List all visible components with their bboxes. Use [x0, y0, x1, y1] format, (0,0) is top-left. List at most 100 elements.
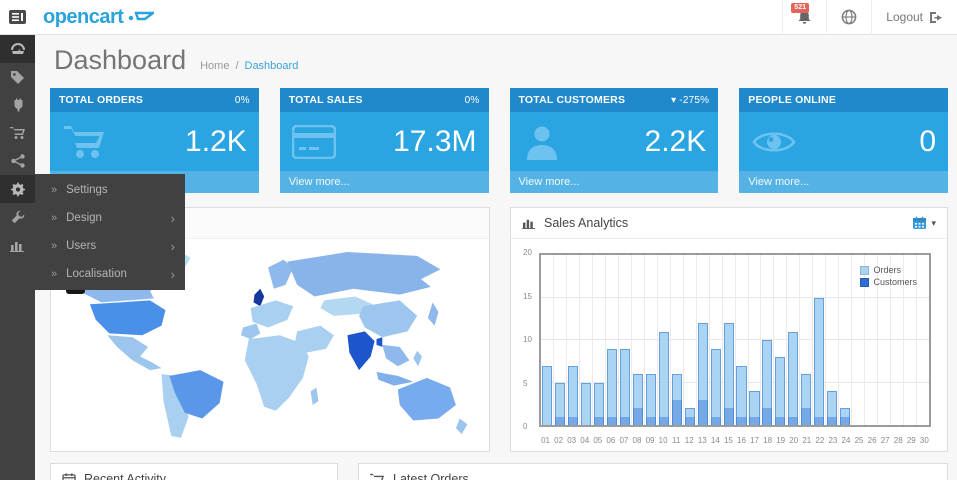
sidebar-item-marketing[interactable] — [0, 147, 35, 175]
chart-x-tick: 22 — [813, 436, 826, 445]
cart-icon — [62, 123, 108, 161]
chart-bar-slot — [619, 255, 632, 425]
chart-x-tick: 05 — [591, 436, 604, 445]
flyout-item-design[interactable]: » Design › — [35, 204, 185, 232]
chart-bar-slot — [826, 255, 839, 425]
tile-value: 17.3M — [393, 127, 476, 157]
sidebar-item-sales[interactable] — [0, 119, 35, 147]
flyout-item-localisation[interactable]: » Localisation › — [35, 260, 185, 288]
chart-bar-slot — [658, 255, 671, 425]
tile-title: PEOPLE ONLINE — [748, 94, 836, 106]
chart-x-tick: 04 — [578, 436, 591, 445]
logout-button[interactable]: Logout — [871, 0, 957, 35]
chart-bar-slot — [800, 255, 813, 425]
chart-bar-slot — [723, 255, 736, 425]
chart-legend: Orders Customers — [860, 265, 917, 289]
wrench-icon — [11, 210, 25, 224]
chart-x-tick: 17 — [748, 436, 761, 445]
opencart-logo[interactable]: opencart — [35, 6, 154, 29]
tile-total-sales: TOTAL SALES 0% 17.3M View more... — [280, 88, 489, 193]
breadcrumb-home[interactable]: Home — [200, 60, 229, 72]
flyout-item-users[interactable]: » Users › — [35, 232, 185, 260]
chart-x-tick: 16 — [735, 436, 748, 445]
chart-y-tick: 0 — [523, 422, 527, 431]
user-icon — [522, 122, 562, 162]
sidebar-item-extensions[interactable] — [0, 91, 35, 119]
sidebar-item-tools[interactable] — [0, 203, 35, 231]
latest-orders-panel: Latest Orders — [358, 463, 948, 480]
legend-label-orders: Orders — [873, 265, 901, 275]
header-actions: 521 Logout — [782, 0, 957, 35]
breadcrumb-current[interactable]: Dashboard — [245, 60, 299, 72]
double-chevron-icon: » — [51, 212, 57, 224]
sidebar-item-system[interactable] — [0, 175, 35, 203]
double-chevron-icon: » — [51, 240, 57, 252]
chart-bar-slot — [774, 255, 787, 425]
credit-card-icon — [292, 125, 336, 159]
cart-icon — [370, 473, 385, 480]
date-range-button[interactable]: ▾ — [912, 216, 936, 230]
panel-title: Sales Analytics — [544, 216, 628, 230]
chart-x-tick: 07 — [617, 436, 630, 445]
chart-y-tick: 15 — [523, 292, 532, 301]
notifications-button[interactable]: 521 — [782, 0, 826, 35]
chart-y-tick: 20 — [523, 248, 532, 257]
chart-bar-slot — [671, 255, 684, 425]
logo-text: opencart — [43, 6, 123, 29]
chevron-right-icon: › — [171, 211, 175, 226]
caret-down-icon: ▾ — [931, 218, 936, 229]
chevron-right-icon: › — [171, 267, 175, 282]
sidebar-item-catalog[interactable] — [0, 63, 35, 91]
chart-x-tick: 13 — [696, 436, 709, 445]
chart-x-tick: 20 — [787, 436, 800, 445]
chart-x-tick: 27 — [879, 436, 892, 445]
sales-analytics-header: Sales Analytics ▾ — [511, 208, 947, 239]
page-header: Dashboard Home / Dashboard — [54, 45, 948, 76]
flyout-item-label: Users — [66, 240, 96, 252]
flyout-item-settings[interactable]: » Settings — [35, 176, 185, 204]
tile-value: 2.2K — [645, 127, 707, 157]
view-more-link[interactable]: View more... — [510, 171, 719, 193]
chart-x-tick: 02 — [552, 436, 565, 445]
tile-percent: 0% — [465, 95, 480, 106]
sidebar-toggle-button[interactable] — [0, 0, 35, 35]
sidebar-item-dashboard[interactable] — [0, 35, 35, 63]
chart-plot: Orders Customers — [539, 253, 931, 427]
chevron-right-icon: › — [171, 239, 175, 254]
chart-x-tick: 18 — [761, 436, 774, 445]
calendar-icon — [912, 216, 927, 230]
chart-y-tick: 5 — [523, 379, 527, 388]
tile-title: TOTAL CUSTOMERS — [519, 94, 626, 106]
bar-chart-icon — [10, 239, 25, 252]
chart-x-tick: 01 — [539, 436, 552, 445]
sign-out-icon — [929, 11, 943, 24]
chart-x-tick: 14 — [709, 436, 722, 445]
chart-x-tick: 24 — [839, 436, 852, 445]
chart-x-tick: 25 — [853, 436, 866, 445]
extensions-icon — [11, 98, 25, 112]
chart-x-tick: 19 — [774, 436, 787, 445]
sidebar-nav — [0, 35, 35, 480]
chart-bar-slot — [697, 255, 710, 425]
sidebar-item-reports[interactable] — [0, 231, 35, 259]
view-more-link[interactable]: View more... — [739, 171, 948, 193]
chart-bar-slot — [554, 255, 567, 425]
dashboard-icon — [10, 42, 26, 56]
legend-swatch-customers — [860, 278, 869, 287]
chart-x-tick: 10 — [657, 436, 670, 445]
opencart-cart-icon — [128, 9, 154, 25]
chart-x-tick: 11 — [670, 436, 683, 445]
chart-x-tick: 30 — [918, 436, 931, 445]
view-more-link[interactable]: View more... — [280, 171, 489, 193]
chart-bar-slot — [632, 255, 645, 425]
tile-title: TOTAL SALES — [289, 94, 363, 106]
tile-total-customers: TOTAL CUSTOMERS ▾ -275% 2.2K View more..… — [510, 88, 719, 193]
chart-x-tick: 23 — [826, 436, 839, 445]
chart-x-tick: 09 — [644, 436, 657, 445]
chart-bar-slot — [917, 255, 929, 425]
bar-chart-icon — [522, 217, 536, 229]
storefront-button[interactable] — [826, 0, 871, 35]
chart-bar-slot — [736, 255, 749, 425]
tile-percent: 0% — [235, 95, 250, 106]
notification-badge: 521 — [791, 3, 809, 13]
